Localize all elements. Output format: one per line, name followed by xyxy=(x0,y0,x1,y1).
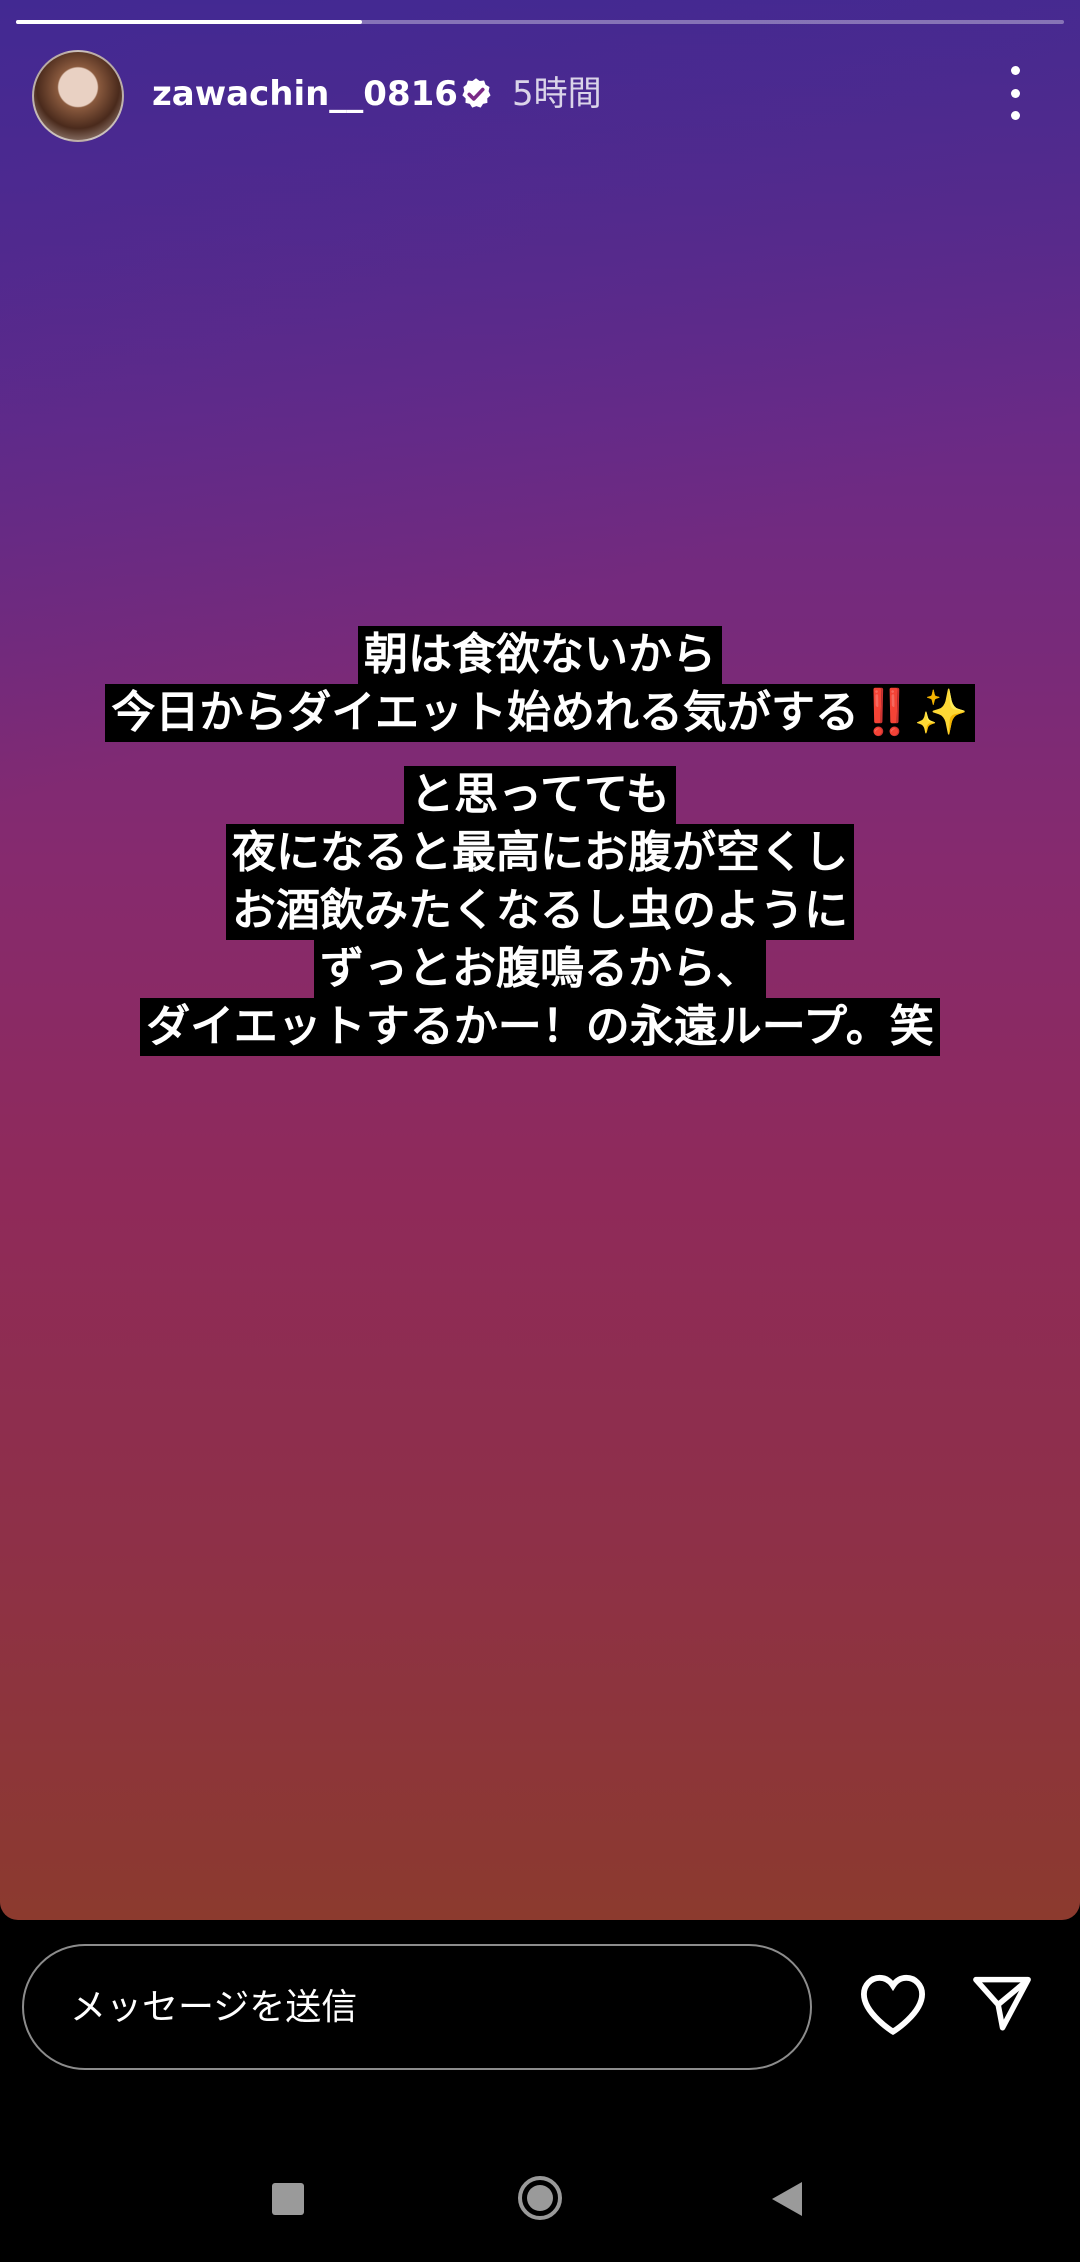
message-input[interactable]: メッセージを送信 xyxy=(22,1944,812,2070)
story-view[interactable]: zawachin__0816 5時間 朝は食欲ないから 今日からダイエット始めれ… xyxy=(0,0,1080,1920)
avatar[interactable] xyxy=(32,50,124,142)
post-time: 5時間 xyxy=(512,74,602,114)
message-input-placeholder: メッセージを送信 xyxy=(70,1987,358,2028)
caption-line: 夜になると最高にお腹が空くし xyxy=(0,824,1080,882)
back-nav-button[interactable] xyxy=(770,2180,804,2218)
caption-line: ずっとお腹鳴るから、 xyxy=(0,940,1080,998)
story-progress-bar xyxy=(16,20,1064,24)
story-progress-fill xyxy=(16,20,362,24)
caption-line: ダイエットするかー！の永遠ループ。笑 xyxy=(0,998,1080,1056)
caption-line: 今日からダイエット始めれる気がする‼️✨ xyxy=(0,684,1080,742)
send-icon[interactable] xyxy=(968,1970,1036,2036)
story-caption: 朝は食欲ないから 今日からダイエット始めれる気がする‼️✨ と思ってても 夜にな… xyxy=(0,626,1080,1056)
home-nav-button[interactable] xyxy=(516,2174,564,2222)
caption-line: 朝は食欲ないから xyxy=(0,626,1080,684)
verified-badge-icon xyxy=(462,78,491,108)
caption-line: お酒飲みたくなるし虫のように xyxy=(0,882,1080,940)
caption-line: と思ってても xyxy=(0,766,1080,824)
recents-nav-button[interactable] xyxy=(272,2183,304,2215)
more-options-icon[interactable] xyxy=(1000,66,1030,120)
username[interactable]: zawachin__0816 xyxy=(152,70,458,118)
heart-icon[interactable] xyxy=(858,1972,928,2036)
